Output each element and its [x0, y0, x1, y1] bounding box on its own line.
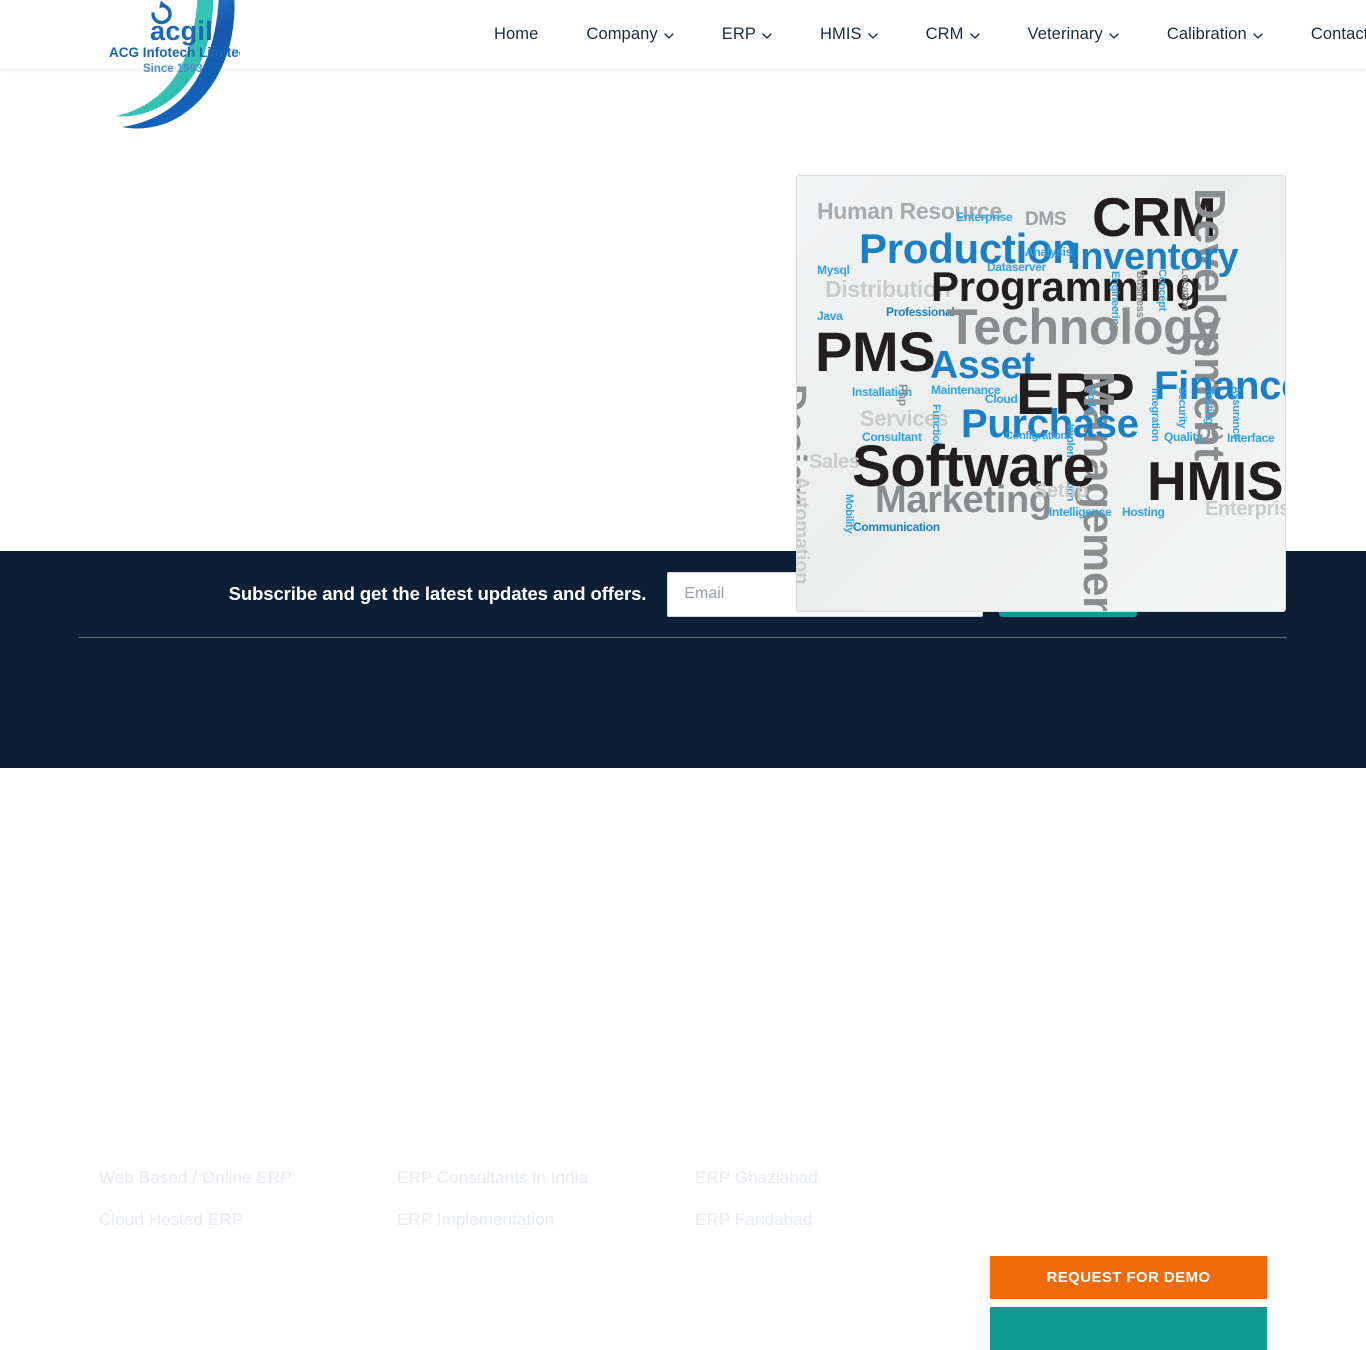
wordcloud-word: Analysis [1025, 245, 1072, 259]
nav-item-company[interactable]: Company [562, 0, 697, 69]
nav-label: Veterinary [1027, 25, 1103, 43]
request-for-demo-button[interactable]: REQUEST FOR DEMO [990, 1256, 1267, 1299]
footer-link-erp-ghaziabad[interactable]: ERP Ghaziabad [695, 1168, 993, 1188]
svg-text:Since 1993: Since 1993 [143, 63, 202, 75]
wordcloud-word: Hosting [1122, 505, 1165, 519]
footer-links-grid: Web Based / Online ERP ERP Consultants i… [99, 1168, 999, 1230]
svg-text:acgil: acgil [150, 16, 213, 46]
wordcloud-word: Integration [1149, 388, 1161, 442]
nav-item-crm[interactable]: CRM [902, 0, 1004, 69]
chevron-down-icon [867, 32, 878, 39]
main-content-area: Human Resource Enterprise DMS CRM Developmen… [0, 69, 1366, 612]
nav-label: Calibration [1166, 25, 1247, 43]
nav-item-contact-us[interactable]: Contact Us [1287, 0, 1366, 69]
wordcloud-word: QC [1197, 423, 1224, 443]
nav-label: CRM [925, 25, 964, 43]
nav-item-calibration[interactable]: Calibration [1143, 0, 1287, 69]
chevron-down-icon [762, 32, 772, 39]
chevron-down-icon [1109, 32, 1119, 39]
nav-item-home[interactable]: Home [470, 0, 562, 69]
footer-link-web-based-online-erp[interactable]: Web Based / Online ERP [99, 1168, 397, 1188]
wordcloud-word: Professional [886, 305, 955, 319]
nav-item-hmis[interactable]: HMIS [796, 0, 902, 69]
nav-label: ERP [721, 25, 756, 43]
subscribe-headline: Subscribe and get the latest updates and… [228, 583, 647, 604]
wordcloud-word: Sales [809, 451, 860, 473]
wordcloud-word: Security [1176, 387, 1188, 429]
wordcloud-image: Human Resource Enterprise DMS CRM Developmen… [796, 175, 1286, 612]
wordcloud-word: Intelligence [1049, 505, 1112, 519]
wordcloud-word: Interface [1227, 431, 1275, 445]
chevron-down-icon [664, 32, 674, 39]
wordcloud-word: PMS [815, 320, 936, 383]
footer-cta-stack: REQUEST FOR DEMO [990, 1256, 1267, 1350]
nav-label: Contact Us [1310, 25, 1366, 43]
nav-item-veterinary[interactable]: Veterinary [1004, 0, 1143, 69]
nav-label: HMIS [819, 25, 862, 43]
erp-quick-links-heading: ERP Quick Links [99, 1130, 272, 1155]
wordcloud-word: Enterprise [1205, 498, 1285, 520]
nav-label: Company [586, 25, 658, 43]
nav-item-erp[interactable]: ERP [698, 0, 796, 69]
secondary-cta-button[interactable] [990, 1307, 1267, 1350]
wordcloud-word: Finance [1154, 364, 1285, 408]
wordcloud-word: Enterprise [956, 210, 1013, 224]
footer-links-section [0, 638, 1366, 768]
main-navigation: Home Company ERP HMIS CRM Veterinary Cal… [470, 0, 1366, 69]
nav-label: Home [494, 25, 539, 43]
footer-link-erp-consultants-in-india[interactable]: ERP Consultants in India [397, 1168, 695, 1188]
wordcloud-word: Setup [1034, 480, 1089, 502]
wordcloud-word: Testing [1203, 388, 1215, 425]
wordcloud-word: Automation [796, 476, 812, 585]
footer-link-erp-implementation[interactable]: ERP Implementation [397, 1210, 695, 1230]
footer-link-erp-faridabad[interactable]: ERP Faridabad [695, 1210, 993, 1230]
site-header: acgil ACG Infotech Limited Since 1993 Ho… [0, 0, 1366, 129]
chevron-down-icon [969, 32, 980, 39]
wordcloud-word: Marketing [875, 479, 1052, 521]
wordcloud-word: Communication [853, 520, 940, 534]
wordcloud-word: Php [896, 384, 910, 406]
wordcloud-word: Mysql [817, 263, 850, 277]
acgil-logo-icon: acgil ACG Infotech Limited Since 1993 [109, 0, 240, 129]
footer-link-cloud-hosted-erp[interactable]: Cloud Hosted ERP [99, 1210, 397, 1230]
svg-text:ACG Infotech Limited: ACG Infotech Limited [109, 45, 240, 60]
brand-logo[interactable]: acgil ACG Infotech Limited Since 1993 [108, 0, 240, 133]
chevron-down-icon [1253, 32, 1263, 39]
